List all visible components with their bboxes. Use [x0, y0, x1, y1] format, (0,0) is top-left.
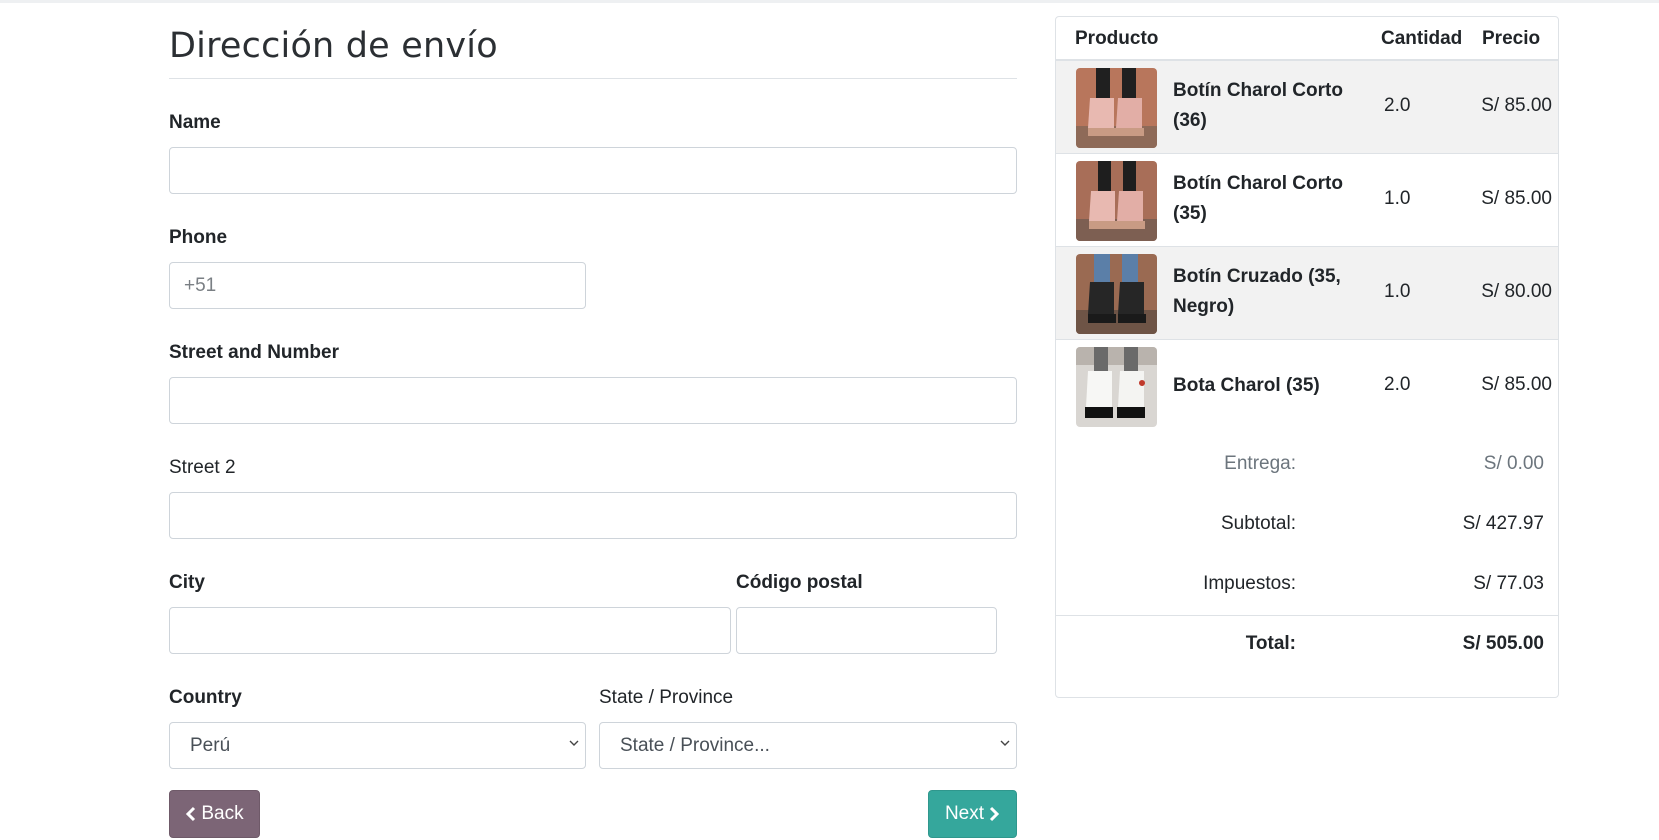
city-label: City — [169, 572, 205, 593]
subtotal-label: Subtotal: — [1221, 513, 1296, 534]
name-label: Name — [169, 112, 221, 133]
zip-input[interactable] — [736, 607, 997, 654]
cart-row: Botín Charol Corto (36) 2.0 S/ 85.00 — [1056, 61, 1558, 154]
chevron-right-icon — [988, 806, 1000, 822]
cart-header: Producto Cantidad Precio — [1056, 17, 1558, 61]
title-divider — [169, 78, 1017, 79]
product-image — [1076, 161, 1157, 241]
state-selected-value: State / Province... — [620, 734, 770, 756]
phone-input[interactable] — [169, 262, 586, 309]
name-input[interactable] — [169, 147, 1017, 194]
street-label: Street and Number — [169, 342, 339, 363]
next-button[interactable]: Next — [928, 790, 1017, 838]
taxes-value: S/ 77.03 — [1473, 573, 1544, 594]
delivery-value: S/ 0.00 — [1483, 453, 1544, 474]
street-input[interactable] — [169, 377, 1017, 424]
cart-row: Botín Charol Corto (35) 1.0 S/ 85.00 — [1056, 154, 1558, 247]
cart-row: Bota Charol (35) 2.0 S/ 85.00 — [1056, 340, 1558, 433]
chevron-left-icon — [185, 806, 197, 822]
product-name: Botín Charol Corto (35) — [1173, 173, 1343, 224]
product-price: S/ 85.00 — [1481, 188, 1552, 209]
totals-divider — [1056, 615, 1558, 616]
product-quantity: 1.0 — [1384, 281, 1411, 302]
product-price: S/ 85.00 — [1481, 374, 1552, 395]
city-input[interactable] — [169, 607, 731, 654]
total-label: Total: — [1245, 633, 1296, 654]
country-selected-value: Perú — [190, 734, 231, 756]
phone-label: Phone — [169, 227, 228, 248]
subtotal-value: S/ 427.97 — [1462, 513, 1544, 534]
chevron-down-icon — [569, 736, 579, 751]
product-price: S/ 80.00 — [1481, 281, 1552, 302]
state-label: State / Province — [599, 687, 734, 708]
country-label: Country — [169, 687, 242, 708]
product-name: Botín Charol Corto (36) — [1173, 80, 1343, 131]
delivery-label: Entrega: — [1224, 453, 1296, 474]
back-button-label: Back — [201, 803, 244, 824]
country-select[interactable]: Perú — [169, 722, 586, 769]
product-name: Botín Cruzado (35, Negro) — [1173, 266, 1341, 317]
street2-input[interactable] — [169, 492, 1017, 539]
back-button[interactable]: Back — [169, 790, 260, 838]
product-quantity: 1.0 — [1384, 188, 1411, 209]
product-image — [1076, 347, 1157, 427]
product-name: Bota Charol (35) — [1173, 375, 1320, 396]
chevron-down-icon — [1000, 736, 1010, 751]
cart-summary: Producto Cantidad Precio Botín Charol Co… — [1055, 16, 1559, 698]
product-image — [1076, 254, 1157, 334]
top-divider — [0, 0, 1659, 3]
zip-label: Código postal — [736, 572, 863, 593]
street2-label: Street 2 — [169, 457, 236, 478]
next-button-label: Next — [944, 803, 985, 824]
product-quantity: 2.0 — [1384, 374, 1411, 395]
cart-row: Botín Cruzado (35, Negro) 1.0 S/ 80.00 — [1056, 247, 1558, 340]
page-title: Dirección de envío — [169, 26, 498, 66]
total-value: S/ 505.00 — [1462, 633, 1544, 654]
quantity-column-header: Cantidad — [1381, 28, 1463, 49]
product-image — [1076, 68, 1157, 148]
taxes-label: Impuestos: — [1203, 573, 1296, 594]
product-price: S/ 85.00 — [1481, 95, 1552, 116]
product-column-header: Producto — [1075, 28, 1159, 49]
price-column-header: Precio — [1482, 28, 1541, 49]
state-select[interactable]: State / Province... — [599, 722, 1017, 769]
product-quantity: 2.0 — [1384, 95, 1411, 116]
